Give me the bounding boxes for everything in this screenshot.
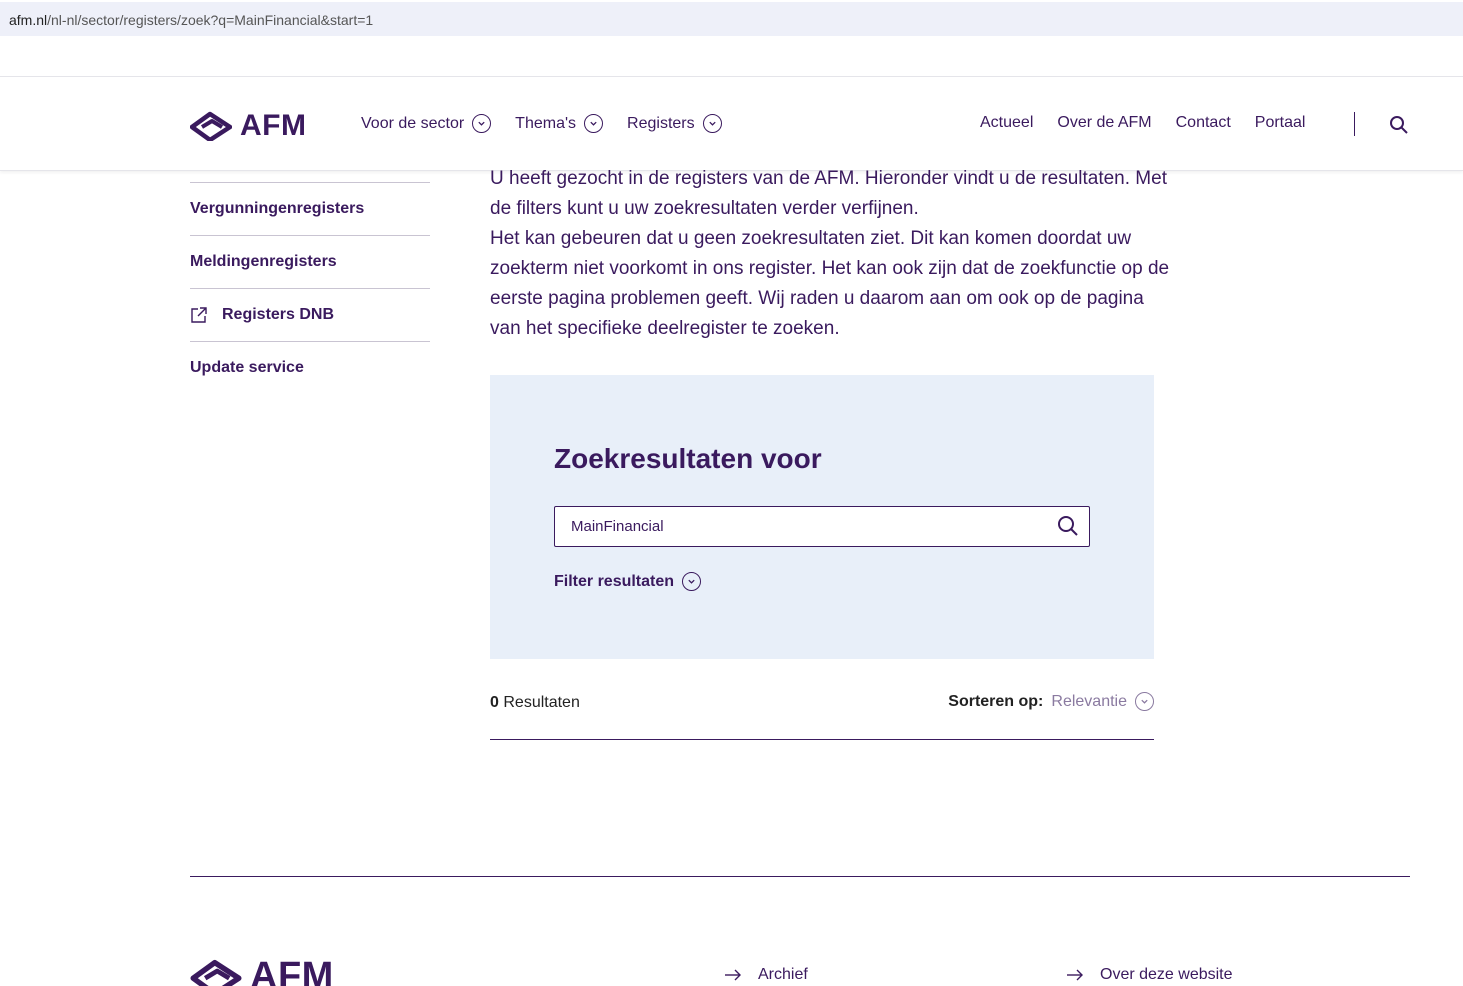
nav-portaal[interactable]: Portaal — [1255, 114, 1306, 132]
nav-label: Registers — [627, 114, 695, 132]
afm-logo[interactable]: AFM — [190, 109, 306, 143]
arrow-right-icon — [725, 969, 741, 981]
sort-control: Sorteren op: Relevantie — [948, 692, 1154, 711]
afm-logo-mark-icon — [190, 959, 242, 986]
footer-logo-text: AFM — [250, 955, 334, 986]
nav-actueel[interactable]: Actueel — [980, 114, 1033, 132]
site-header: AFM Voor de sector Thema's Registers Act… — [0, 76, 1463, 171]
header-search-button[interactable] — [1389, 115, 1409, 135]
chevron-down-icon — [584, 114, 604, 133]
results-count: 0 Resultaten — [490, 694, 580, 712]
nav-voor-de-sector[interactable]: Voor de sector — [361, 114, 492, 133]
sidebar-item-vergunningenregisters[interactable]: Vergunningenregisters — [190, 182, 430, 235]
logo-text: AFM — [240, 109, 307, 142]
footer-link-label: Archief — [758, 966, 808, 983]
search-submit-icon[interactable] — [1057, 515, 1079, 537]
nav-divider — [1354, 112, 1355, 136]
nav-label: Voor de sector — [361, 114, 465, 132]
search-box — [554, 506, 1090, 547]
nav-label: Thema's — [515, 114, 577, 132]
sidebar-item-meldingenregisters[interactable]: Meldingenregisters — [190, 235, 430, 288]
footer-link-archief[interactable]: Archief — [724, 966, 808, 984]
sidebar-item-registers-dnb[interactable]: Registers DNB — [190, 288, 430, 341]
intro-paragraph: U heeft gezocht in de registers van de A… — [490, 168, 1167, 219]
arrow-right-icon — [1067, 969, 1083, 981]
chevron-down-icon — [472, 114, 492, 133]
sidebar-item-label: Registers DNB — [222, 306, 335, 323]
secondary-nav: Actueel Over de AFM Contact Portaal — [980, 114, 1329, 132]
footer-link-over-deze-website[interactable]: Over deze website — [1066, 966, 1233, 984]
chevron-down-icon — [682, 572, 702, 591]
url-path: /nl-nl/sector/registers/zoek?q=MainFinan… — [47, 12, 374, 28]
intro-paragraph: Het kan gebeuren dat u geen zoekresultat… — [490, 228, 1170, 339]
chevron-down-icon — [702, 114, 722, 133]
results-bar: 0 Resultaten Sorteren op: Relevantie — [490, 690, 1154, 740]
footer-afm-logo[interactable]: AFM — [190, 955, 334, 986]
nav-themas[interactable]: Thema's — [515, 114, 604, 133]
search-title: Zoekresultaten voor — [554, 443, 822, 474]
sidebar-item-update-service[interactable]: Update service — [190, 341, 430, 393]
sidebar-item-label: Update service — [190, 358, 304, 376]
address-bar[interactable]: afm.nl/nl-nl/sector/registers/zoek?q=Mai… — [0, 2, 1463, 36]
search-icon — [1390, 116, 1408, 134]
search-panel: Zoekresultaten voor Filter resultaten — [490, 375, 1154, 659]
intro-text: U heeft gezocht in de registers van de A… — [490, 164, 1170, 344]
nav-over-de-afm[interactable]: Over de AFM — [1057, 114, 1151, 132]
filter-results-toggle[interactable]: Filter resultaten — [554, 572, 702, 591]
external-link-icon — [191, 307, 207, 323]
sidebar-item-label: Meldingenregisters — [190, 253, 337, 270]
footer-link-label: Over deze website — [1100, 966, 1233, 983]
sort-label: Sorteren op: — [948, 692, 1044, 710]
results-count-label: Resultaten — [503, 694, 580, 711]
filter-label: Filter resultaten — [554, 572, 675, 590]
url-host: afm.nl — [9, 12, 48, 28]
sidebar-item-label: Vergunningenregisters — [190, 200, 365, 217]
search-input[interactable] — [571, 518, 1041, 535]
sort-select[interactable]: Relevantie — [1051, 693, 1127, 711]
primary-nav: Voor de sector Thema's Registers — [361, 114, 746, 133]
nav-registers[interactable]: Registers — [627, 114, 722, 133]
sidebar-nav: Vergunningenregisters Meldingenregisters… — [190, 182, 430, 393]
footer-divider — [190, 876, 1410, 877]
afm-logo-mark-icon — [190, 111, 232, 141]
results-count-number: 0 — [490, 694, 499, 711]
nav-contact[interactable]: Contact — [1176, 114, 1231, 132]
chevron-down-icon[interactable] — [1135, 692, 1154, 711]
